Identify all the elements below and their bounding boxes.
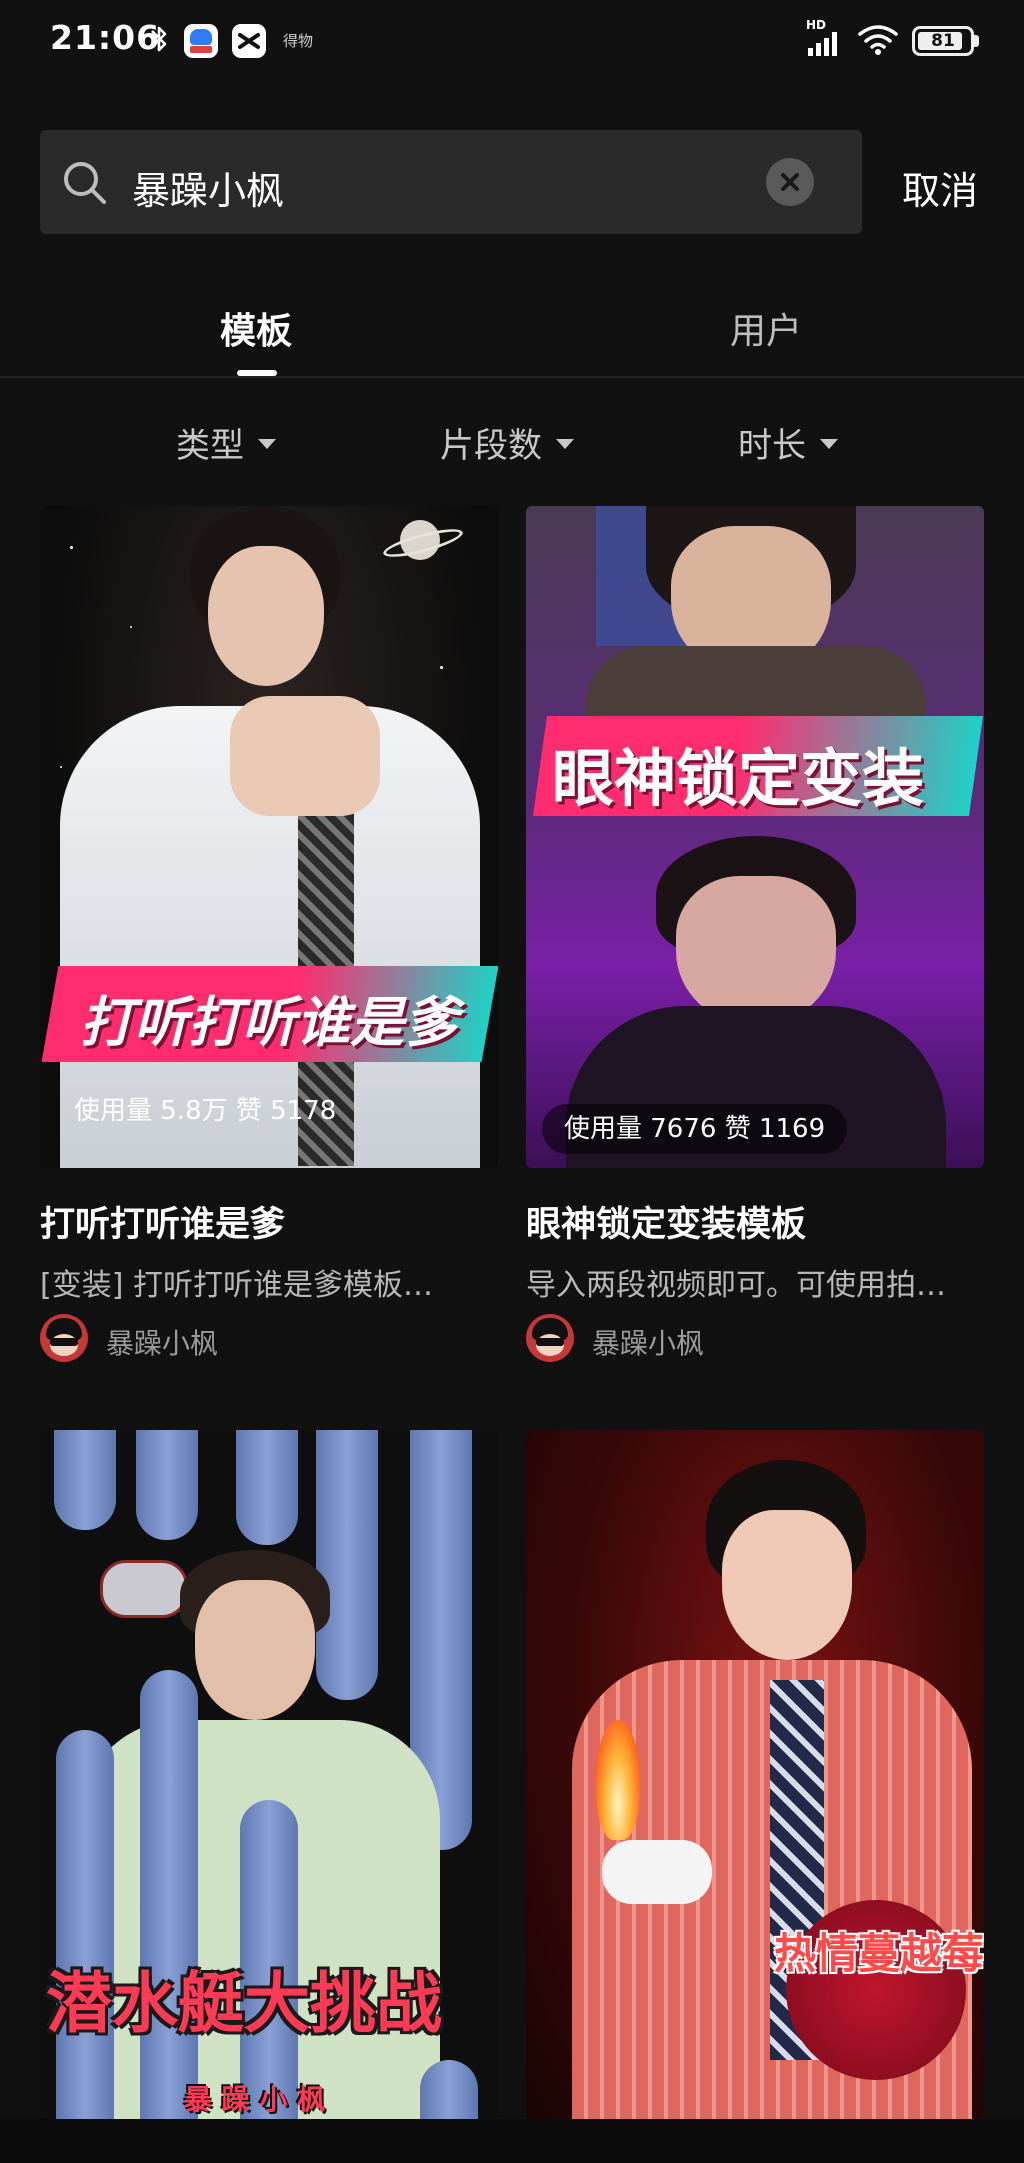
face-shape [676,876,836,1026]
usage-stats: 使用量 7676 赞 1169 [542,1104,848,1154]
submarine-icon [100,1560,188,1618]
thumbnail-banner-text: 潜水艇大挑战 [46,1965,442,2042]
author-name[interactable]: 暴躁小枫 [106,1322,218,1362]
template-card-thumbnail[interactable]: 潜水艇大挑战 暴 躁 小 枫 [40,1430,498,2119]
caret-down-icon [820,438,838,449]
clear-search-button[interactable] [766,158,814,206]
template-description: 导入两段视频即可。可使用拍… [526,1268,946,1303]
face-shape [208,546,324,686]
tab-divider [0,376,1024,378]
template-card-thumbnail[interactable]: 眼神锁定变装 使用量 7676 赞 1169 [526,506,984,1168]
search-query[interactable]: 暴躁小枫 [132,160,284,215]
filter-duration-label: 时长 [738,426,806,466]
close-icon [781,173,799,191]
hands-shape [230,696,380,816]
system-navigation-bar [0,2119,1024,2163]
white-glove-shape [602,1840,712,1904]
template-title[interactable]: 眼神锁定变装模板 [526,1196,806,1247]
battery-cap [974,35,979,47]
cancel-button[interactable]: 取消 [902,160,978,215]
bluetooth-icon [151,26,167,52]
battery-icon: 81 [912,26,974,56]
wifi-icon [858,25,898,55]
filter-segments[interactable]: 片段数 [440,418,574,467]
status-app-label: 得物 [283,32,314,50]
capcut-notification-icon [232,24,266,58]
caret-down-icon [556,438,574,449]
author-avatar[interactable] [526,1314,574,1362]
tab-users[interactable]: 用户 [730,302,802,354]
tab-templates[interactable]: 模板 [220,302,292,354]
face-shape [722,1510,852,1660]
status-time: 21:06 [50,18,161,57]
app-notification-icon [184,24,218,58]
active-tab-indicator [237,370,277,376]
battery-level: 81 [931,31,955,51]
author-name[interactable]: 暴躁小枫 [592,1322,704,1362]
status-bar: 21:06 得物 HD 81 [0,0,1024,84]
author-avatar[interactable] [40,1314,88,1362]
face-shape [195,1580,315,1720]
caret-down-icon [258,438,276,449]
template-card-thumbnail[interactable]: 热情蔓越莓 [526,1430,984,2119]
thumbnail-banner-text: 打听打听谁是爹 [80,991,458,1054]
filter-duration[interactable]: 时长 [738,418,838,467]
shoulders-shape [586,646,926,726]
thumbnail-banner-text: 热情蔓越莓 [774,1929,984,1978]
filter-segments-label: 片段数 [440,426,542,466]
search-icon [64,162,106,204]
template-card-thumbnail[interactable]: 打听打听谁是爹 使用量 5.8万 赞 5178 [40,506,498,1168]
usage-stats: 使用量 5.8万 赞 5178 [74,1096,337,1126]
filter-type[interactable]: 类型 [176,418,276,467]
flame-icon [596,1720,640,1840]
thumbnail-banner-text: 眼神锁定变装 [552,742,925,815]
template-description: [变装] 打听打听谁是爹模板… [40,1268,433,1303]
filter-type-label: 类型 [176,426,244,466]
thumbnail-sub-text: 暴 躁 小 枫 [184,2083,326,2116]
signal-icon [808,32,837,56]
template-title[interactable]: 打听打听谁是爹 [40,1196,285,1247]
